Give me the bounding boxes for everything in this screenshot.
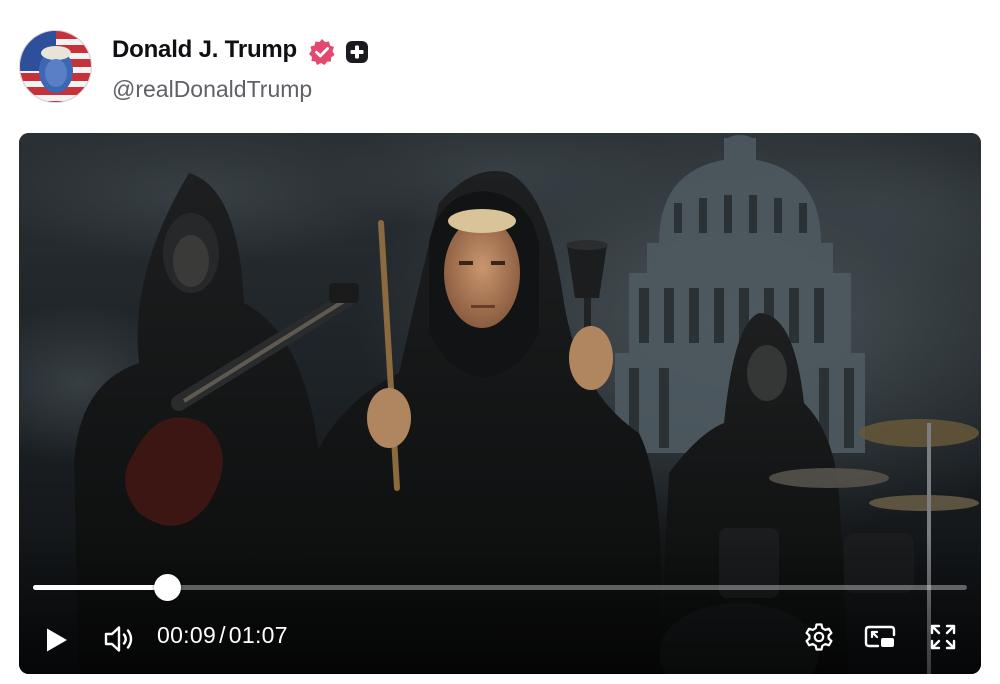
settings-button[interactable] bbox=[802, 620, 836, 654]
gear-icon bbox=[805, 623, 833, 651]
play-button[interactable] bbox=[41, 624, 73, 656]
progress-thumb[interactable] bbox=[153, 574, 181, 601]
fullscreen-button[interactable] bbox=[926, 620, 960, 654]
time-display: 00:09/01:07 bbox=[157, 622, 288, 649]
author-handle[interactable]: @realDonaldTrump bbox=[112, 76, 312, 103]
fullscreen-icon bbox=[930, 624, 956, 650]
avatar[interactable] bbox=[19, 30, 92, 103]
verified-badge-icon bbox=[308, 38, 336, 66]
video-player[interactable]: 00:09/01:07 bbox=[19, 133, 981, 674]
duration: 01:07 bbox=[228, 622, 288, 648]
post-header: Donald J. Trump @realDonaldTrump bbox=[19, 30, 979, 106]
volume-button[interactable] bbox=[101, 621, 137, 657]
picture-in-picture-button[interactable] bbox=[862, 621, 898, 653]
plus-badge-icon bbox=[345, 40, 369, 64]
picture-in-picture-icon bbox=[864, 625, 896, 648]
play-icon bbox=[47, 628, 67, 652]
avatar-image bbox=[20, 31, 91, 102]
time-separator: / bbox=[219, 622, 226, 648]
volume-icon bbox=[104, 626, 133, 652]
controls-overlay bbox=[19, 534, 981, 674]
progress-fill bbox=[33, 585, 167, 590]
current-time: 00:09 bbox=[157, 622, 217, 648]
author-name[interactable]: Donald J. Trump bbox=[112, 36, 297, 64]
progress-bar[interactable] bbox=[33, 574, 967, 601]
